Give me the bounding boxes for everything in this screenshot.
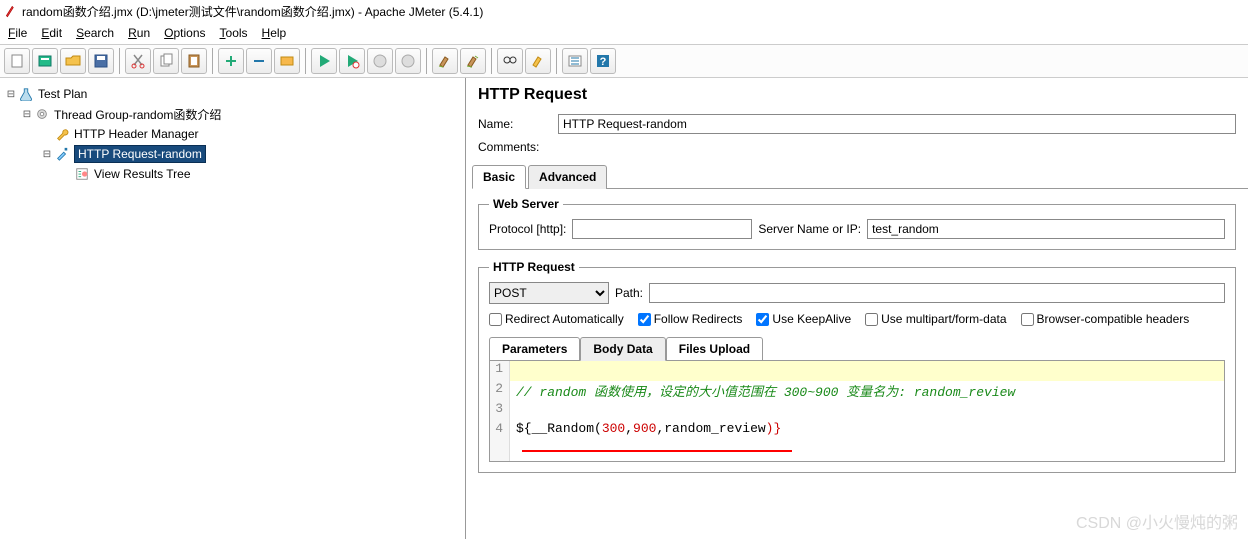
start-no-timers-button[interactable]	[339, 48, 365, 74]
web-server-legend: Web Server	[489, 197, 563, 211]
red-underline-annotation	[522, 450, 792, 452]
menu-help[interactable]: Help	[262, 26, 287, 40]
save-button[interactable]	[88, 48, 114, 74]
tree-node-http-request[interactable]: ⊟ HTTP Request-random	[4, 144, 461, 164]
new-button[interactable]	[4, 48, 30, 74]
results-tree-icon	[74, 166, 90, 182]
body-tabs: Parameters Body Data Files Upload	[489, 336, 1225, 360]
tab-advanced[interactable]: Advanced	[528, 165, 607, 189]
menu-options[interactable]: Options	[164, 26, 205, 40]
server-input[interactable]	[867, 219, 1225, 239]
cb-follow-redirects[interactable]: Follow Redirects	[638, 312, 743, 326]
toolbar: ?	[0, 44, 1248, 78]
stop-button[interactable]	[367, 48, 393, 74]
menu-tools[interactable]: Tools	[220, 26, 248, 40]
tab-basic[interactable]: Basic	[472, 165, 526, 189]
menu-search[interactable]: Search	[76, 26, 114, 40]
tree-node-view-results[interactable]: · View Results Tree	[4, 164, 461, 184]
shutdown-button[interactable]	[395, 48, 421, 74]
menu-run[interactable]: Run	[128, 26, 150, 40]
clear-button[interactable]	[432, 48, 458, 74]
window-title: random函数介绍.jmx (D:\jmeter测试文件\random函数介绍…	[22, 3, 483, 20]
search-button[interactable]	[497, 48, 523, 74]
clear-all-button[interactable]	[460, 48, 486, 74]
subtab-parameters[interactable]: Parameters	[489, 337, 580, 361]
protocol-label: Protocol [http]:	[489, 222, 566, 236]
main-tabs: Basic Advanced	[472, 164, 1248, 189]
cb-multipart[interactable]: Use multipart/form-data	[865, 312, 1006, 326]
tree-label: HTTP Header Manager	[74, 127, 199, 141]
toggle-button[interactable]	[274, 48, 300, 74]
name-label: Name:	[478, 117, 558, 131]
http-request-fieldset: HTTP Request POST Path: Redirect Automat…	[478, 260, 1236, 473]
watermark: CSDN @小火慢炖的粥	[1076, 509, 1238, 533]
templates-button[interactable]	[32, 48, 58, 74]
protocol-input[interactable]	[572, 219, 752, 239]
cb-redirect-auto[interactable]: Redirect Automatically	[489, 312, 624, 326]
start-button[interactable]	[311, 48, 337, 74]
body-data-editor[interactable]: 1 2// random 函数使用，设定的大小值范围在 300~900 变量名为…	[489, 360, 1225, 462]
tree-toggle-icon[interactable]: ⊟	[40, 149, 54, 160]
tree-label: HTTP Request-random	[74, 145, 206, 163]
svg-text:?: ?	[600, 56, 607, 68]
menu-edit[interactable]: Edit	[41, 26, 62, 40]
cb-keepalive[interactable]: Use KeepAlive	[756, 312, 851, 326]
tree-label: Thread Group-random函数介绍	[54, 106, 221, 123]
titlebar: random函数介绍.jmx (D:\jmeter测试文件\random函数介绍…	[0, 0, 1248, 22]
gear-icon	[34, 106, 50, 122]
cb-browser-headers[interactable]: Browser-compatible headers	[1021, 312, 1190, 326]
panel-title: HTTP Request	[478, 86, 1236, 104]
tree-toggle-icon[interactable]: ⊟	[4, 89, 18, 100]
tree-label: Test Plan	[38, 87, 87, 101]
reset-search-button[interactable]	[525, 48, 551, 74]
subtab-files-upload[interactable]: Files Upload	[666, 337, 763, 361]
http-request-legend: HTTP Request	[489, 260, 579, 274]
paste-button[interactable]	[181, 48, 207, 74]
app-icon	[4, 4, 18, 18]
tree-node-header-manager[interactable]: · HTTP Header Manager	[4, 124, 461, 144]
copy-button[interactable]	[153, 48, 179, 74]
function-helper-button[interactable]	[562, 48, 588, 74]
comments-label: Comments:	[478, 140, 558, 154]
tree-label: View Results Tree	[94, 167, 191, 181]
name-input[interactable]	[558, 114, 1236, 134]
test-plan-tree[interactable]: ⊟ Test Plan ⊟ Thread Group-random函数介绍 · …	[0, 78, 466, 539]
http-request-panel: HTTP Request Name: Comments: Basic Advan…	[466, 78, 1248, 539]
help-button[interactable]: ?	[590, 48, 616, 74]
open-button[interactable]	[60, 48, 86, 74]
subtab-body-data[interactable]: Body Data	[580, 337, 665, 361]
remove-button[interactable]	[246, 48, 272, 74]
tree-node-test-plan[interactable]: ⊟ Test Plan	[4, 84, 461, 104]
method-select[interactable]: POST	[489, 282, 609, 304]
menubar: File Edit Search Run Options Tools Help	[0, 22, 1248, 44]
flask-icon	[18, 86, 34, 102]
menu-file[interactable]: File	[8, 26, 27, 40]
add-button[interactable]	[218, 48, 244, 74]
web-server-fieldset: Web Server Protocol [http]: Server Name …	[478, 197, 1236, 250]
tree-toggle-icon[interactable]: ⊟	[20, 109, 34, 120]
wrench-icon	[54, 126, 70, 142]
pipette-icon	[54, 146, 70, 162]
cut-button[interactable]	[125, 48, 151, 74]
path-input[interactable]	[649, 283, 1225, 303]
server-label: Server Name or IP:	[758, 222, 861, 236]
path-label: Path:	[615, 286, 643, 300]
tree-node-thread-group[interactable]: ⊟ Thread Group-random函数介绍	[4, 104, 461, 124]
